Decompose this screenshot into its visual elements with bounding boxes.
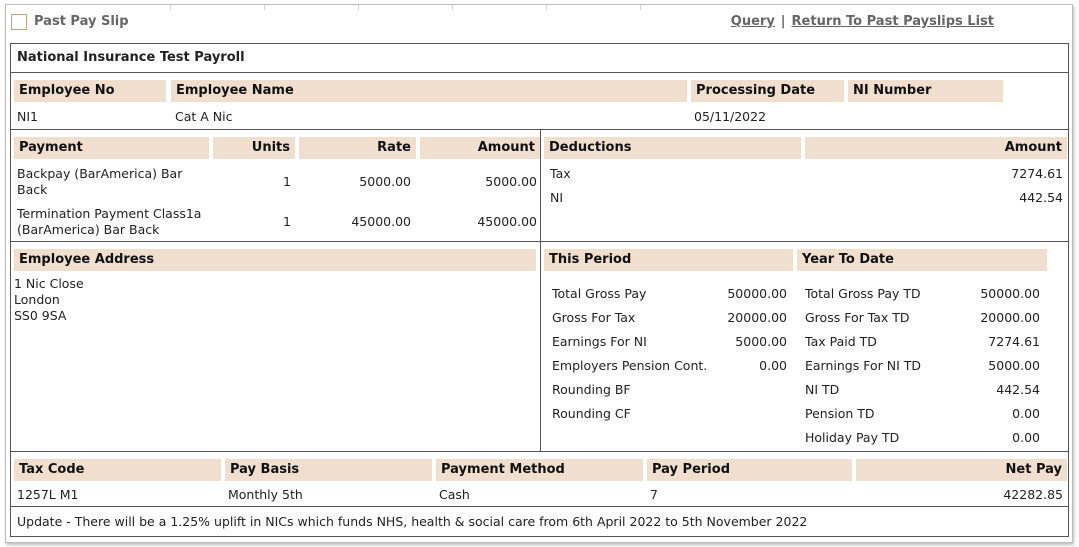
pay-summary-box: Tax Code Pay Basis Payment Method Pay Pe… bbox=[10, 451, 1069, 507]
deduction-amount: 7274.61 bbox=[1011, 166, 1063, 181]
pay-basis-value: Monthly 5th bbox=[228, 487, 303, 502]
this-period-value: 5000.00 bbox=[735, 334, 787, 349]
address-box: Employee Address 1 Nic Close London SS0 … bbox=[10, 241, 541, 452]
payment-name-line: Backpay (BarAmerica) Bar bbox=[17, 166, 183, 181]
payment-header: Payment bbox=[14, 137, 209, 159]
payroll-name: National Insurance Test Payroll bbox=[17, 50, 245, 65]
payment-name-line: (BarAmerica) Bar Back bbox=[17, 222, 160, 237]
address-line: 1 Nic Close bbox=[14, 276, 84, 291]
units-header: Units bbox=[213, 137, 295, 159]
payment-amount: 5000.00 bbox=[485, 174, 537, 189]
year-to-date-header: Year To Date bbox=[797, 249, 1047, 271]
ytd-label: Gross For Tax TD bbox=[805, 310, 910, 325]
payments-box: Payment Units Rate Amount Backpay (BarAm… bbox=[10, 129, 541, 242]
employee-info-box: Employee No Employee Name Processing Dat… bbox=[10, 72, 1069, 130]
net-pay-value: 42282.85 bbox=[1003, 487, 1063, 502]
processing-date-value: 05/11/2022 bbox=[694, 109, 767, 124]
payment-amount: 45000.00 bbox=[477, 214, 537, 229]
ytd-value: 0.00 bbox=[1012, 406, 1040, 421]
payment-name-line: Termination Payment Class1a bbox=[17, 206, 202, 221]
employee-address-header: Employee Address bbox=[14, 249, 536, 271]
payment-name-line: Back bbox=[17, 182, 48, 197]
ytd-value: 50000.00 bbox=[980, 286, 1040, 301]
divider bbox=[452, 5, 453, 10]
ytd-label: Holiday Pay TD bbox=[805, 430, 900, 445]
pay-period-header: Pay Period bbox=[647, 459, 852, 481]
ytd-value: 442.54 bbox=[996, 382, 1040, 397]
payment-units: 1 bbox=[283, 174, 291, 189]
payment-method-header: Payment Method bbox=[436, 459, 643, 481]
this-period-value: 50000.00 bbox=[727, 286, 787, 301]
payslip-frame: Past Pay Slip Query | Return To Past Paysl… bbox=[5, 4, 1073, 543]
tax-code-header: Tax Code bbox=[14, 459, 221, 481]
this-period-label: Total Gross Pay bbox=[552, 286, 647, 301]
return-to-past-payslips-link[interactable]: Return To Past Payslips List bbox=[792, 14, 994, 29]
employee-no-header: Employee No bbox=[14, 80, 166, 102]
ytd-value: 0.00 bbox=[1012, 430, 1040, 445]
payment-method-value: Cash bbox=[439, 487, 470, 502]
link-separator: | bbox=[780, 14, 786, 29]
this-period-label: Rounding CF bbox=[552, 406, 631, 421]
pay-basis-header: Pay Basis bbox=[225, 459, 432, 481]
rate-header: Rate bbox=[299, 137, 416, 159]
ytd-label: Earnings For NI TD bbox=[805, 358, 921, 373]
page-title: Past Pay Slip bbox=[34, 14, 129, 29]
address-line: SS0 9SA bbox=[14, 308, 67, 323]
tax-code-value: 1257L M1 bbox=[17, 487, 79, 502]
this-period-label: Employers Pension Cont. bbox=[552, 358, 708, 373]
ytd-value: 20000.00 bbox=[980, 310, 1040, 325]
employee-name-value: Cat A Nic bbox=[175, 109, 233, 124]
processing-date-header: Processing Date bbox=[691, 80, 844, 102]
employee-no-value: NI1 bbox=[17, 109, 38, 124]
header-links: Query | Return To Past Payslips List bbox=[731, 14, 994, 29]
notice-box: Update - There will be a 1.25% uplift in… bbox=[10, 506, 1069, 537]
this-period-label: Gross For Tax bbox=[552, 310, 636, 325]
checkbox-icon[interactable] bbox=[11, 14, 27, 30]
amount-header: Amount bbox=[420, 137, 540, 159]
divider bbox=[358, 5, 359, 10]
deduction-name: Tax bbox=[550, 166, 571, 181]
payment-rate: 5000.00 bbox=[359, 174, 411, 189]
deductions-box: Deductions Amount Tax 7274.61 NI 442.54 bbox=[540, 129, 1069, 242]
divider bbox=[640, 5, 641, 10]
payroll-name-box: National Insurance Test Payroll bbox=[10, 43, 1069, 73]
this-period-label: Rounding BF bbox=[552, 382, 631, 397]
deduction-name: NI bbox=[550, 190, 564, 205]
payment-rate: 45000.00 bbox=[351, 214, 411, 229]
this-period-header: This Period bbox=[544, 249, 793, 271]
deduction-amount: 442.54 bbox=[1019, 190, 1063, 205]
ytd-label: NI TD bbox=[805, 382, 840, 397]
ytd-value: 7274.61 bbox=[988, 334, 1040, 349]
divider bbox=[264, 5, 265, 10]
net-pay-header: Net Pay bbox=[856, 459, 1067, 481]
update-notice: Update - There will be a 1.25% uplift in… bbox=[17, 514, 808, 529]
totals-box: This Period Year To Date Total Gross Pay… bbox=[540, 241, 1069, 452]
ni-number-header: NI Number bbox=[848, 80, 1003, 102]
divider bbox=[170, 5, 171, 10]
this-period-label: Earnings For NI bbox=[552, 334, 647, 349]
divider bbox=[546, 5, 547, 10]
payment-units: 1 bbox=[283, 214, 291, 229]
top-bar: Past Pay Slip Query | Return To Past Paysl… bbox=[6, 5, 1072, 41]
ytd-label: Tax Paid TD bbox=[805, 334, 877, 349]
pay-period-value: 7 bbox=[650, 487, 658, 502]
address-line: London bbox=[14, 292, 60, 307]
ytd-label: Total Gross Pay TD bbox=[805, 286, 921, 301]
ytd-value: 5000.00 bbox=[988, 358, 1040, 373]
employee-name-header: Employee Name bbox=[171, 80, 687, 102]
this-period-value: 20000.00 bbox=[727, 310, 787, 325]
ytd-label: Pension TD bbox=[805, 406, 875, 421]
this-period-value: 0.00 bbox=[759, 358, 787, 373]
query-link[interactable]: Query bbox=[731, 14, 775, 29]
deductions-header: Deductions bbox=[544, 137, 801, 159]
deduction-amount-header: Amount bbox=[805, 137, 1067, 159]
